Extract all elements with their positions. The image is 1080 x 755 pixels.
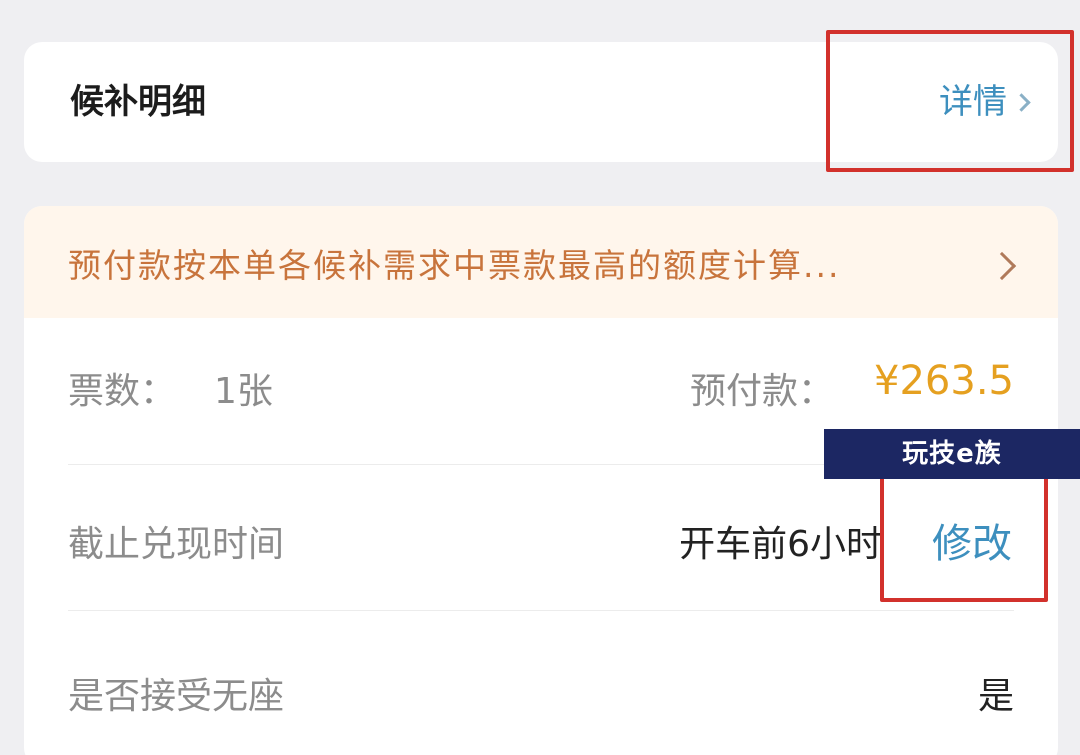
tickets-count: 1张 xyxy=(214,371,273,412)
watermark-logo: 玩技e族 xyxy=(824,429,1080,479)
waitlist-detail-title: 候补明细 xyxy=(70,82,206,122)
prepayment-amount: ¥263.5 xyxy=(874,358,1014,404)
prepayment-notice-text: 预付款按本单各候补需求中票款最高的额度计算... xyxy=(68,246,841,285)
deadline-value: 开车前6小时 xyxy=(679,524,882,565)
chevron-right-icon xyxy=(987,251,1017,281)
tickets-label: 票数： xyxy=(68,371,177,412)
annotation-box-details xyxy=(826,30,1074,172)
page: 候补明细 详情 预付款按本单各候补需求中票款最高的额度计算... 票数： 1张 … xyxy=(0,0,1080,755)
annotation-box-modify xyxy=(880,472,1048,602)
no-seat-row: 是否接受无座 是 xyxy=(68,610,1014,755)
deadline-label: 截止兑现时间 xyxy=(68,524,285,565)
no-seat-label: 是否接受无座 xyxy=(68,676,285,717)
prepayment-label: 预付款： xyxy=(689,371,834,412)
no-seat-value[interactable]: 是 xyxy=(978,667,1014,719)
prepayment-notice-bar[interactable]: 预付款按本单各候补需求中票款最高的额度计算... xyxy=(24,206,1058,318)
deadline-row: 截止兑现时间 开车前6小时 修改 xyxy=(68,464,1014,610)
